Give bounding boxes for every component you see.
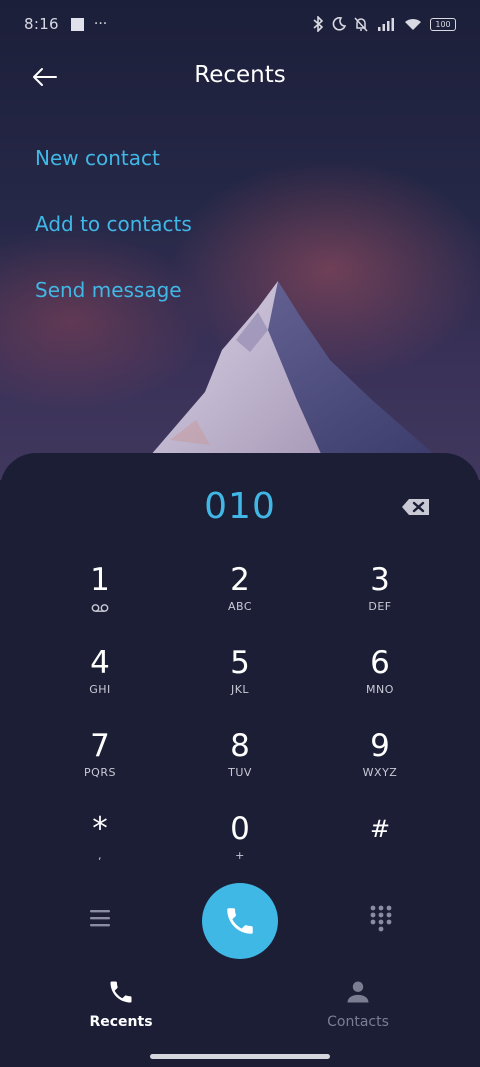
key-5[interactable]: 5 JKL: [180, 645, 300, 717]
signal-icon: [378, 18, 394, 31]
key-letters: ,: [98, 849, 102, 862]
tab-contacts[interactable]: Contacts: [298, 978, 418, 1030]
key-2[interactable]: 2 ABC: [180, 562, 300, 634]
key-letters: +: [235, 849, 245, 862]
key-9[interactable]: 9 WXYZ: [320, 728, 440, 800]
moon-icon: [332, 17, 346, 31]
tab-recents[interactable]: Recents: [61, 978, 181, 1030]
tab-label: Recents: [89, 1014, 153, 1030]
status-bar: 8:16 ··· 100: [0, 0, 480, 48]
phone-icon: [110, 981, 132, 1003]
key-7[interactable]: 7 PQRS: [40, 728, 160, 800]
battery-icon: 100: [430, 17, 456, 31]
key-letters: GHI: [89, 683, 111, 696]
key-letters: TUV: [228, 766, 252, 779]
keypad-toggle-button[interactable]: [368, 904, 394, 932]
menu-button[interactable]: [86, 906, 114, 930]
call-button[interactable]: [202, 883, 278, 959]
key-4[interactable]: 4 GHI: [40, 645, 160, 717]
phone-icon: [227, 908, 253, 934]
page-title: Recents: [194, 62, 286, 88]
key-hash[interactable]: #: [320, 811, 440, 883]
key-star[interactable]: * ,: [40, 811, 160, 883]
key-digit: 3: [370, 562, 390, 598]
overflow-notifications: ···: [93, 16, 108, 32]
key-1[interactable]: 1: [40, 562, 160, 634]
key-digit: 8: [230, 728, 250, 764]
key-letters: JKL: [230, 683, 250, 696]
key-6[interactable]: 6 MNO: [320, 645, 440, 717]
tab-label: Contacts: [327, 1014, 389, 1030]
backspace-icon: [402, 499, 429, 515]
notification-icon: [70, 17, 84, 31]
bluetooth-icon: [313, 16, 324, 32]
wifi-icon: [405, 18, 421, 30]
new-contact-link[interactable]: New contact: [35, 146, 160, 170]
menu-icon: [90, 910, 110, 927]
key-digit: 9: [370, 728, 390, 764]
key-digit: 0: [230, 811, 250, 847]
home-indicator[interactable]: [150, 1054, 330, 1059]
keypad-icon: [370, 905, 392, 932]
key-letters: WXYZ: [362, 766, 398, 779]
header: Recents: [0, 52, 480, 102]
key-letters: DEF: [368, 600, 392, 613]
key-letters: PQRS: [84, 766, 116, 779]
add-to-contacts-link[interactable]: Add to contacts: [35, 212, 192, 236]
key-digit: 5: [230, 645, 250, 681]
voicemail-icon: [91, 604, 109, 612]
key-letters: MNO: [366, 683, 394, 696]
key-digit: 6: [370, 645, 390, 681]
send-message-link[interactable]: Send message: [35, 278, 182, 302]
silent-bell-icon: [354, 16, 368, 32]
key-digit: 7: [90, 728, 110, 764]
key-3[interactable]: 3 DEF: [320, 562, 440, 634]
key-0[interactable]: 0 +: [180, 811, 300, 883]
person-icon: [347, 981, 369, 1003]
key-digit: 2: [230, 562, 250, 598]
key-digit: #: [369, 815, 391, 843]
backspace-button[interactable]: [398, 494, 434, 520]
key-digit: 1: [90, 562, 110, 598]
key-letters: ABC: [227, 600, 253, 613]
key-digit: *: [92, 811, 108, 847]
key-8[interactable]: 8 TUV: [180, 728, 300, 800]
key-digit: 4: [90, 645, 110, 681]
status-time: 8:16: [24, 15, 59, 33]
